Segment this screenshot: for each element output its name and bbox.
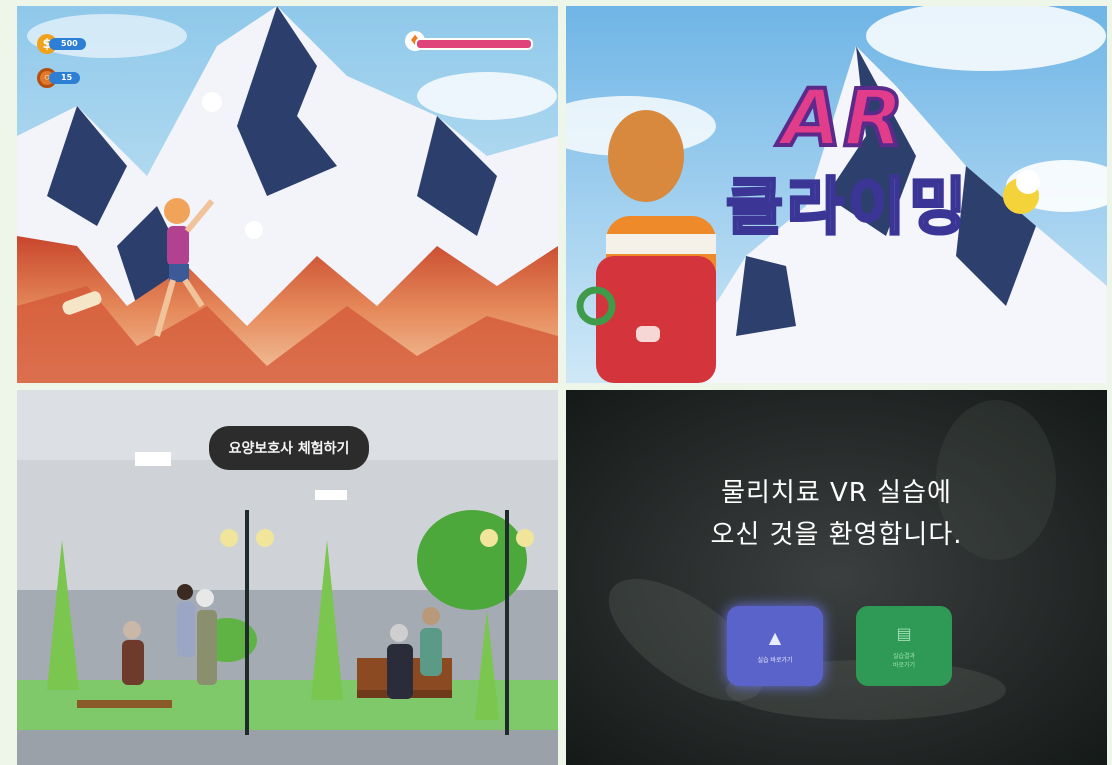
result-button-label-1: 실습결과: [892, 652, 916, 660]
vr-menu-panel: 물리치료 VR 실습에 오신 것을 환영합니다. ▲ 실습 바로가기 ▤ 실습결…: [566, 390, 1107, 765]
start-practice-button[interactable]: ▲ 실습 바로가기: [727, 606, 823, 686]
mountain-scene: [17, 6, 558, 383]
coin-counter: $ 500: [37, 34, 86, 54]
title-screen-panel: AR 클라이밍: [566, 6, 1107, 383]
vr-background: [566, 390, 1107, 765]
result-button-label-2: 바로가기: [892, 661, 916, 669]
practice-results-button[interactable]: ▤ 실습결과 바로가기: [856, 606, 952, 686]
logo-ar: AR: [779, 72, 906, 166]
welcome-message: 물리치료 VR 실습에 오신 것을 환영합니다.: [566, 472, 1107, 556]
practice-button-label: 실습 바로가기: [757, 657, 793, 664]
experience-caption: 요양보호사 체험하기: [209, 426, 369, 470]
welcome-line-1: 물리치료 VR 실습에: [721, 478, 952, 508]
donut-count: 15: [49, 72, 81, 84]
document-icon: ▤: [896, 623, 912, 643]
logo-climbing: 클라이밍: [724, 169, 971, 245]
practice-icon: ▲: [768, 628, 782, 647]
welcome-line-2: 오신 것을 환영합니다.: [710, 520, 963, 550]
donut-counter: ◦ 15: [37, 68, 81, 88]
caregiver-sim-panel: 요양보호사 체험하기: [17, 390, 558, 765]
climbing-gameplay-panel: $ 500 ◦ 15 ♦: [17, 6, 558, 383]
coin-count: 500: [49, 38, 86, 50]
health-bar: [415, 38, 533, 50]
